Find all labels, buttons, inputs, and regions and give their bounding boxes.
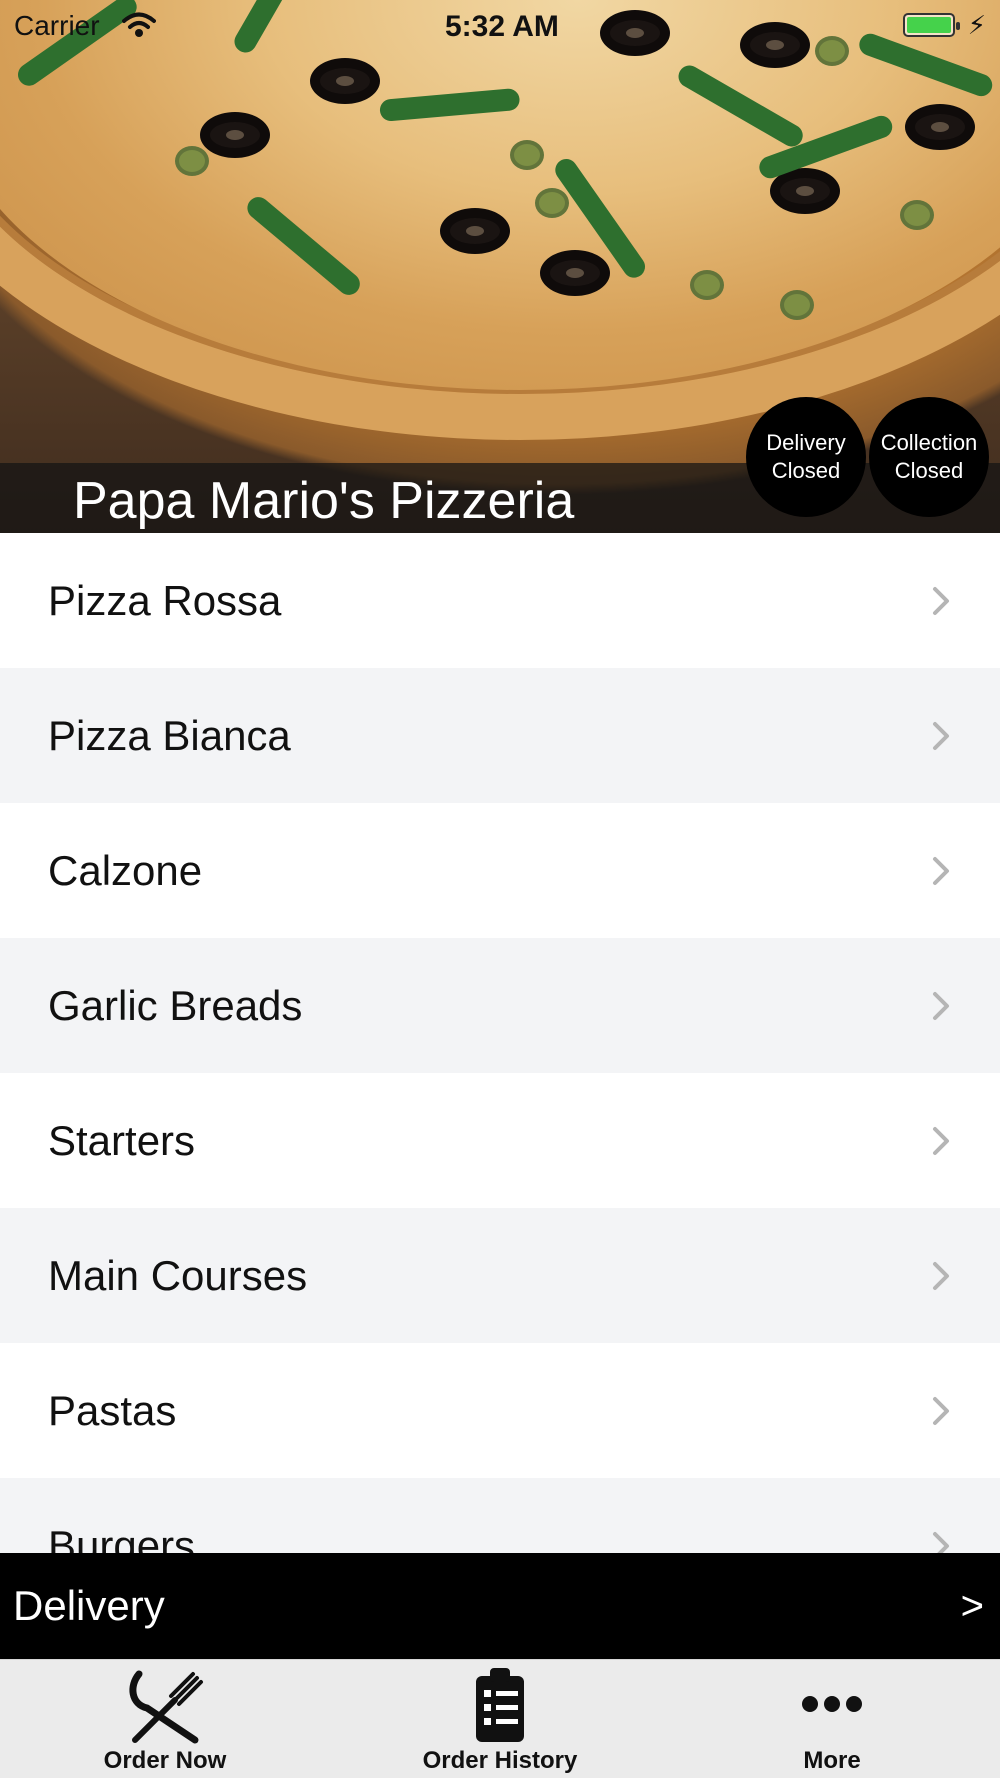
olive-topping [540, 250, 610, 296]
battery-icon [903, 13, 960, 37]
chevron-right-icon [924, 854, 958, 888]
carrier-label: Carrier [14, 10, 100, 41]
category-item-main-courses[interactable]: Main Courses [0, 1208, 1000, 1343]
olive-topping [440, 208, 510, 254]
collection-status-title: Collection [880, 430, 978, 455]
chevron-right-icon [924, 584, 958, 618]
category-label: Pizza Rossa [48, 576, 282, 624]
restaurant-name: Papa Mario's Pizzeria [73, 472, 575, 530]
caper-topping [690, 270, 724, 300]
chevron-right-icon [924, 989, 958, 1023]
chevron-right-icon [924, 1259, 958, 1293]
category-label: Calzone [48, 846, 203, 894]
caper-topping [175, 146, 209, 176]
tab-label: Order Now [103, 1747, 227, 1774]
delivery-status-value: Closed [771, 458, 841, 483]
app-screen: Carrier 5:32 AM ⚡ Papa Mario's Pizzeria … [0, 0, 1000, 1778]
category-list: Pizza Rossa Pizza Bianca Calzone Garlic … [0, 533, 1000, 1553]
category-label: Pizza Bianca [48, 711, 291, 759]
clipboard-icon [472, 1666, 528, 1749]
wifi-icon [122, 12, 156, 45]
category-item-pastas[interactable]: Pastas [0, 1343, 1000, 1478]
charging-bolt-icon: ⚡ [967, 10, 986, 40]
category-label: Burgers [48, 1521, 196, 1554]
category-label: Starters [48, 1116, 196, 1164]
collection-status-badge: Collection Closed [869, 397, 989, 517]
chevron-right-icon [924, 1529, 958, 1553]
collection-status-value: Closed [894, 458, 964, 483]
category-item-pizza-rossa[interactable]: Pizza Rossa [0, 533, 1000, 668]
category-item-starters[interactable]: Starters [0, 1073, 1000, 1208]
olive-topping [905, 104, 975, 150]
tab-label: Order History [422, 1747, 578, 1774]
delivery-status-badge: Delivery Closed [746, 397, 866, 517]
chevron-right-icon [924, 719, 958, 753]
delivery-status-title: Delivery [766, 430, 846, 455]
olive-topping [200, 112, 270, 158]
order-type-label: Delivery [13, 1582, 165, 1629]
order-type-bar[interactable]: Delivery > [0, 1553, 1000, 1659]
tab-label: More [803, 1747, 861, 1774]
fork-knife-icon [125, 1666, 205, 1751]
caper-topping [780, 290, 814, 320]
status-bar: Carrier 5:32 AM ⚡ [0, 0, 1000, 48]
clock-time: 5:32 AM [445, 10, 559, 43]
tab-more[interactable]: More [732, 1660, 932, 1778]
category-item-garlic-breads[interactable]: Garlic Breads [0, 938, 1000, 1073]
category-item-calzone[interactable]: Calzone [0, 803, 1000, 938]
category-item-burgers[interactable]: Burgers [0, 1478, 1000, 1553]
more-dots-icon [801, 1694, 863, 1719]
chevron-right-icon [924, 1394, 958, 1428]
order-type-arrow: > [960, 1583, 984, 1628]
category-label: Pastas [48, 1386, 177, 1434]
caper-topping [900, 200, 934, 230]
tab-order-now[interactable]: Order Now [65, 1660, 265, 1778]
category-label: Garlic Breads [48, 981, 303, 1029]
chevron-right-icon [924, 1124, 958, 1158]
category-label: Main Courses [48, 1251, 308, 1299]
tab-bar: Order Now Order History More [0, 1659, 1000, 1778]
caper-topping [535, 188, 569, 218]
caper-topping [510, 140, 544, 170]
tab-order-history[interactable]: Order History [400, 1660, 600, 1778]
olive-topping [310, 58, 380, 104]
category-item-pizza-bianca[interactable]: Pizza Bianca [0, 668, 1000, 803]
